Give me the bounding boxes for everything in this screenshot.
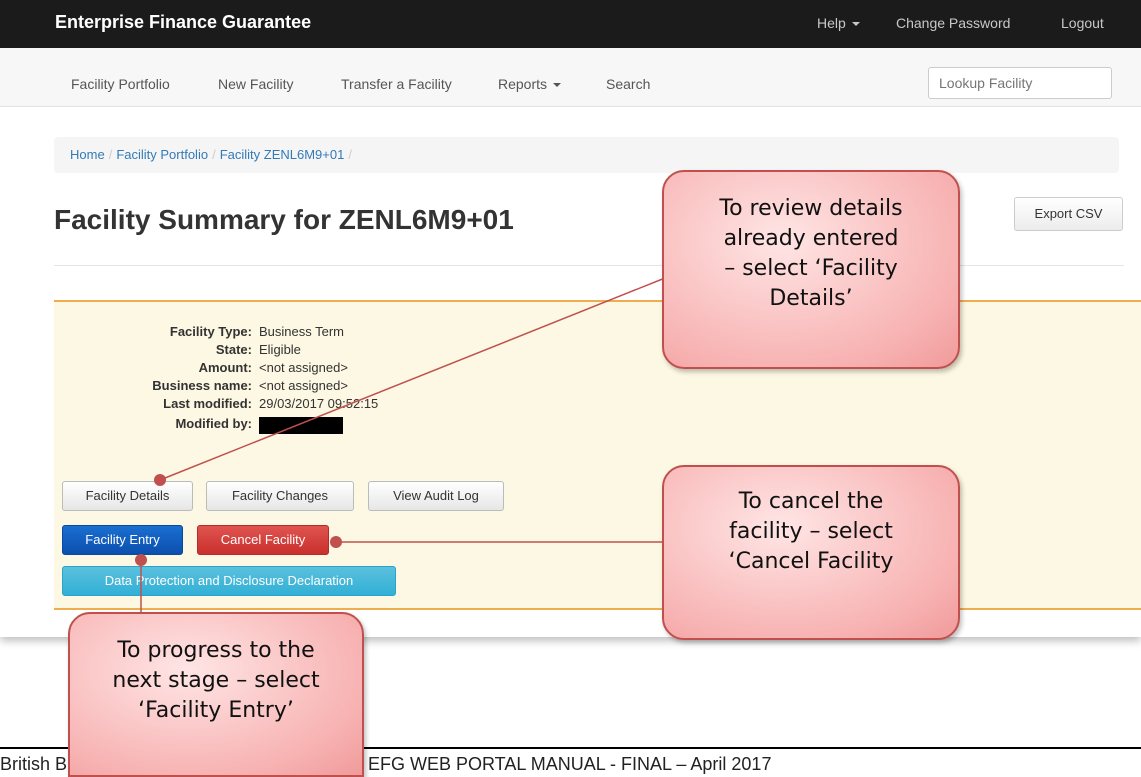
callout-line: next stage – select xyxy=(112,668,320,693)
callout-line: – select ‘Facility xyxy=(724,256,898,281)
callout-line: To progress to the xyxy=(117,638,315,663)
callout-review-details: To review details already entered – sele… xyxy=(662,170,960,369)
connector-line xyxy=(159,277,666,481)
callout-facility-entry: To progress to the next stage – select ‘… xyxy=(68,612,364,777)
connector-dot xyxy=(154,474,166,486)
connector-dot xyxy=(330,536,342,548)
callout-line: To cancel the xyxy=(738,489,884,514)
footer-right-text: EFG WEB PORTAL MANUAL - FINAL – April 20… xyxy=(368,754,772,774)
callout-line: ‘Cancel Facility xyxy=(728,549,894,574)
callout-cancel-facility: To cancel the facility – select ‘Cancel … xyxy=(662,465,960,640)
callout-line: facility – select xyxy=(729,519,893,544)
connector-dot xyxy=(135,554,147,566)
callout-line: ‘Facility Entry’ xyxy=(138,698,294,723)
footer-left-text: British B xyxy=(0,754,68,774)
callout-line: To review details xyxy=(719,196,903,221)
callout-line: already entered xyxy=(723,226,899,251)
callout-line: Details’ xyxy=(769,286,853,311)
